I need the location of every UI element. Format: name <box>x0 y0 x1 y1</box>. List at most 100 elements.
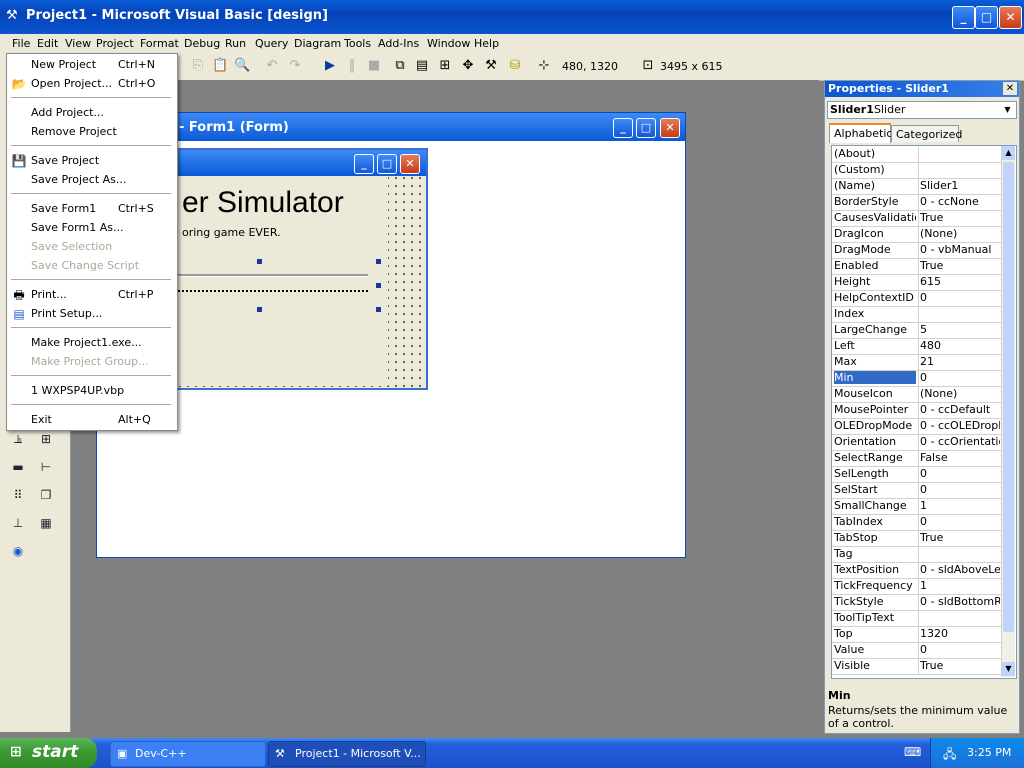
property-value[interactable]: True <box>920 531 1000 544</box>
maximize-button[interactable]: □ <box>975 6 998 29</box>
form1-canvas[interactable]: _ □ ✕ er Simulator oring game EVER. <box>150 148 428 390</box>
menu-item-save-project-as[interactable]: Save Project As... <box>31 173 126 186</box>
property-row[interactable]: OLEDropMode 0 - ccOLEDropNo <box>832 418 1002 435</box>
property-value[interactable]: 0 - ccOrientation <box>920 435 1000 448</box>
menu-item-remove-project[interactable]: Remove Project <box>31 125 117 138</box>
menu-item-new-project[interactable]: New Project <box>31 58 96 71</box>
menu-item-make-project-group[interactable]: Make Project Group... <box>31 355 149 368</box>
dropdown-arrow-icon[interactable]: ▼ <box>1000 102 1015 118</box>
property-row[interactable]: Height 615 <box>832 274 1002 291</box>
property-row[interactable]: SmallChange 1 <box>832 498 1002 515</box>
menu-debug[interactable]: Debug <box>184 37 220 50</box>
property-row[interactable]: Tag <box>832 546 1002 563</box>
property-row[interactable]: Max 21 <box>832 354 1002 371</box>
property-value[interactable]: (None) <box>920 387 1000 400</box>
property-row[interactable]: Value 0 <box>832 642 1002 659</box>
property-value[interactable]: 0 - sldAboveLeft <box>920 563 1000 576</box>
property-value[interactable]: 0 <box>920 643 1000 656</box>
property-value[interactable]: True <box>920 211 1000 224</box>
property-row[interactable]: Visible True <box>832 658 1002 675</box>
property-value[interactable]: True <box>920 259 1000 272</box>
menu-query[interactable]: Query <box>255 37 288 50</box>
tab-alphabetic[interactable]: Alphabetic <box>829 123 892 143</box>
property-value[interactable]: Slider1 <box>920 179 1000 192</box>
property-row[interactable]: MouseIcon (None) <box>832 386 1002 403</box>
properties-close-icon[interactable]: ✕ <box>1003 82 1017 95</box>
property-value[interactable]: False <box>920 451 1000 464</box>
property-row[interactable]: Orientation 0 - ccOrientation <box>832 434 1002 451</box>
property-row[interactable]: SelLength 0 <box>832 466 1002 483</box>
menu-item-recent-file[interactable]: 1 WXPSP4UP.vbp <box>31 384 124 397</box>
menu-run[interactable]: Run <box>225 37 246 50</box>
property-value[interactable]: 0 - sldBottomRig <box>920 595 1000 608</box>
menu-item-make-exe[interactable]: Make Project1.exe... <box>31 336 142 349</box>
property-row[interactable]: CausesValidation True <box>832 210 1002 227</box>
property-value[interactable]: 5 <box>920 323 1000 336</box>
property-row[interactable]: MousePointer 0 - ccDefault <box>832 402 1002 419</box>
menu-format[interactable]: Format <box>140 37 179 50</box>
property-row[interactable]: Top 1320 <box>832 626 1002 643</box>
object-selector[interactable]: Slider1 Slider ▼ <box>827 101 1017 119</box>
break-icon[interactable]: ‖ <box>344 58 360 74</box>
property-value[interactable]: 615 <box>920 275 1000 288</box>
imagelist-tool-icon[interactable]: ❐ <box>37 486 55 504</box>
form1-title-bar[interactable]: _ □ ✕ <box>152 150 426 176</box>
menu-item-exit[interactable]: Exit <box>31 413 52 426</box>
property-value[interactable]: (None) <box>920 227 1000 240</box>
property-value[interactable]: 0 <box>920 483 1000 496</box>
main-title-bar[interactable]: ⚒ Project1 - Microsoft Visual Basic [des… <box>0 0 1024 34</box>
property-row[interactable]: SelStart 0 <box>832 482 1002 499</box>
selection-handle[interactable] <box>257 259 262 264</box>
selection-handle[interactable] <box>376 307 381 312</box>
property-row[interactable]: Left 480 <box>832 338 1002 355</box>
property-scrollbar[interactable]: ▲ ▼ <box>1001 146 1015 677</box>
menu-file[interactable]: File <box>12 37 30 50</box>
property-value[interactable]: 1 <box>920 499 1000 512</box>
menu-item-save-form1-as[interactable]: Save Form1 As... <box>31 221 123 234</box>
data-view-icon[interactable]: ⛁ <box>507 58 523 74</box>
property-value[interactable]: 1320 <box>920 627 1000 640</box>
grid-tool-icon[interactable]: ⊞ <box>37 430 55 448</box>
property-value[interactable]: 1 <box>920 579 1000 592</box>
property-value[interactable]: 0 <box>920 515 1000 528</box>
menu-tools[interactable]: Tools <box>344 37 371 50</box>
undo-icon[interactable]: ↶ <box>264 58 280 74</box>
form-window-title-bar[interactable]: - Form1 (Form) _ □ ✕ <box>97 113 685 141</box>
property-value[interactable]: 0 <box>920 371 1000 384</box>
keyboard-icon[interactable]: ⌨ <box>904 745 921 759</box>
property-row[interactable]: DragIcon (None) <box>832 226 1002 243</box>
property-value[interactable]: 0 - ccDefault <box>920 403 1000 416</box>
scroll-thumb[interactable] <box>1003 162 1014 632</box>
menu-help[interactable]: Help <box>474 37 499 50</box>
scroll-up-icon[interactable]: ▲ <box>1002 146 1015 160</box>
property-row[interactable]: (Name) Slider1 <box>832 178 1002 195</box>
properties-window-icon[interactable]: ▤ <box>414 58 430 74</box>
property-value[interactable]: 0 - ccNone <box>920 195 1000 208</box>
selection-handle[interactable] <box>257 307 262 312</box>
property-row[interactable]: Index <box>832 306 1002 323</box>
menu-item-print[interactable]: Print... <box>31 288 67 301</box>
property-value[interactable]: 0 - ccOLEDropNo <box>920 419 1000 432</box>
property-row[interactable]: HelpContextID 0 <box>832 290 1002 307</box>
selection-handle[interactable] <box>376 259 381 264</box>
internet-tool-icon[interactable]: ◉ <box>9 542 27 560</box>
toolbox-icon[interactable]: ⚒ <box>483 58 499 74</box>
form-minimize-button[interactable]: _ <box>613 118 633 138</box>
property-value[interactable]: True <box>920 659 1000 672</box>
menu-item-save-change-script[interactable]: Save Change Script <box>31 259 139 272</box>
end-icon[interactable]: ■ <box>366 58 382 74</box>
menu-item-save-form1[interactable]: Save Form1 <box>31 202 96 215</box>
menu-window[interactable]: Window <box>427 37 470 50</box>
form1-minimize-button[interactable]: _ <box>354 154 374 174</box>
menu-item-open-project[interactable]: Open Project... <box>31 77 112 90</box>
property-row[interactable]: SelectRange False <box>832 450 1002 467</box>
property-row[interactable]: TabIndex 0 <box>832 514 1002 531</box>
property-value[interactable]: 21 <box>920 355 1000 368</box>
start-icon[interactable]: ▶ <box>322 58 338 74</box>
network-icon[interactable]: 🖧 <box>943 745 956 766</box>
minimize-button[interactable]: _ <box>952 6 975 29</box>
task-dev-cpp[interactable]: ▣ Dev-C++ <box>110 741 266 767</box>
property-row[interactable]: BorderStyle 0 - ccNone <box>832 194 1002 211</box>
task-vb-project[interactable]: ⚒ Project1 - Microsoft V... <box>268 741 426 767</box>
slider-control[interactable] <box>178 260 382 310</box>
